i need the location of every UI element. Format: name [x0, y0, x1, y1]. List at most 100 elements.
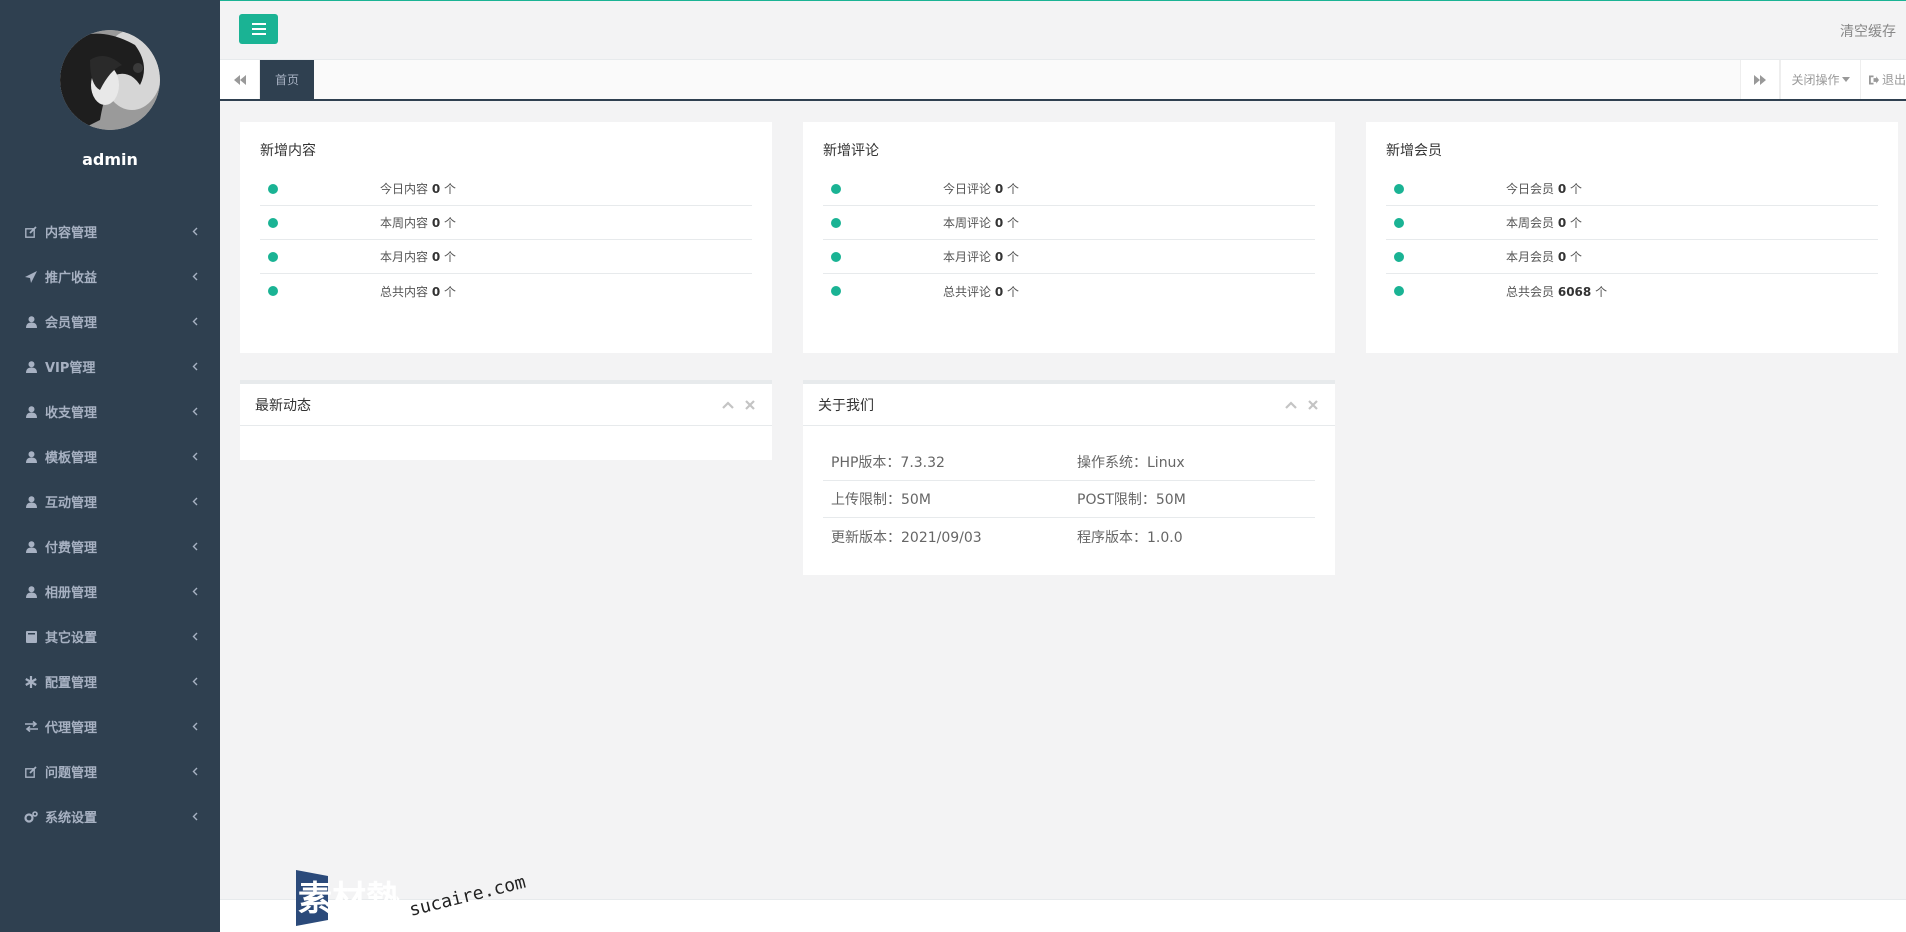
stat-label: 今日内容 — [380, 182, 429, 196]
sidebar-item[interactable]: 会员管理 — [0, 299, 220, 344]
stat-value: 0 — [431, 250, 441, 264]
stat-value: 0 — [431, 284, 441, 299]
stat-value: 0 — [431, 216, 441, 230]
stat-unit: 个 — [444, 284, 457, 299]
sidebar-nav: 内容管理推广收益会员管理 VIP管理 收支管理 模板管理 互动管理 付费管理相册管理其它设… — [0, 209, 220, 839]
panel-header: 最新动态 — [240, 384, 772, 426]
chevron-left-icon — [192, 497, 198, 506]
stat-text: 今日会员 0 个 — [1506, 180, 1582, 197]
edit-icon — [24, 225, 38, 239]
stat-text: 本月会员 0 个 — [1506, 248, 1582, 265]
stat-row: 本月会员 0 个 — [1386, 240, 1878, 274]
tab-home[interactable]: 首页 — [260, 60, 314, 99]
stat-list: 今日内容 0 个本周内容 0 个本月内容 0 个总共内容 0 个 — [260, 172, 752, 308]
stat-text: 本周评论 0 个 — [943, 214, 1019, 231]
stat-unit: 个 — [1007, 216, 1020, 230]
sidebar-item[interactable]: 其它设置 — [0, 614, 220, 659]
stat-row: 总共评论 0 个 — [823, 274, 1315, 308]
watermark-cn: 素材熱 — [298, 879, 400, 919]
chevron-left-icon — [190, 362, 200, 372]
sidebar-item[interactable]: 推广收益 — [0, 254, 220, 299]
stat-row: 今日评论 0 个 — [823, 172, 1315, 206]
stat-text: 今日内容 0 个 — [380, 180, 456, 197]
stat-text: 本周内容 0 个 — [380, 214, 456, 231]
sidebar-item[interactable]: 收支管理 — [0, 389, 220, 434]
sidebar-item-label: 问题管理 — [45, 766, 98, 781]
menu-toggle-button[interactable] — [239, 14, 278, 44]
about-panel: 关于我们 PHP版本：7.3.32 操作系统：Linux 上传限制：50M PO… — [803, 380, 1335, 575]
chevron-left-icon — [192, 812, 198, 821]
stat-row: 本月评论 0 个 — [823, 240, 1315, 274]
close-icon — [745, 399, 755, 410]
sidebar-item[interactable]: 互动管理 — [0, 479, 220, 524]
panel-title: 关于我们 — [818, 397, 874, 414]
sidebar-item[interactable]: 内容管理 — [0, 209, 220, 254]
avatar[interactable] — [60, 30, 160, 130]
stat-unit: 个 — [444, 182, 457, 196]
sidebar-item[interactable]: 配置管理 — [0, 659, 220, 704]
stat-title: 新增内容 — [260, 143, 316, 159]
sidebar-item[interactable]: 模板管理 — [0, 434, 220, 479]
stat-row: 本周内容 0 个 — [260, 206, 752, 240]
stat-unit: 个 — [1007, 284, 1020, 299]
sidebar-item-label: 配置管理 — [45, 676, 98, 691]
user-icon — [24, 585, 38, 599]
status-dot — [831, 217, 841, 228]
sidebar-item[interactable]: 代理管理 — [0, 704, 220, 749]
status-dot — [831, 183, 841, 194]
chevron-left-icon — [190, 632, 200, 642]
profile: admin — [0, 0, 220, 185]
stat-text: 总共评论 0 个 — [943, 283, 1019, 300]
sidebar-item-label: 代理管理 — [45, 721, 98, 736]
status-dot — [1394, 217, 1404, 228]
collapse-button[interactable] — [1284, 398, 1298, 412]
chevron-left-icon — [192, 722, 198, 731]
send-icon — [24, 270, 38, 284]
sidebar-item[interactable]: 问题管理 — [0, 749, 220, 794]
chevron-left-icon — [192, 542, 198, 551]
stat-text: 总共内容 0 个 — [380, 283, 456, 300]
about-body: PHP版本：7.3.32 操作系统：Linux 上传限制：50M POST限制：… — [803, 426, 1335, 575]
stat-text: 本月内容 0 个 — [380, 248, 456, 265]
exchange-icon — [24, 720, 38, 734]
stat-text: 本月评论 0 个 — [943, 248, 1019, 265]
chevron-left-icon — [192, 677, 198, 686]
asterisk-icon — [24, 675, 38, 689]
stat-row: 总共会员 6068 个 — [1386, 274, 1878, 308]
book-icon — [24, 630, 38, 644]
update-version: 更新版本：2021/09/03 — [831, 529, 982, 546]
sidebar-item-label: 推广收益 — [45, 271, 98, 286]
stat-value: 0 — [994, 250, 1004, 264]
sidebar-item[interactable]: VIP管理 — [0, 344, 220, 389]
logout-button[interactable]: 退出 — [1860, 60, 1906, 99]
status-dot — [268, 217, 278, 228]
stat-row: 总共内容 0 个 — [260, 274, 752, 308]
close-ops-dropdown[interactable]: 关闭操作 — [1780, 60, 1860, 99]
stat-text: 今日评论 0 个 — [943, 180, 1019, 197]
chevron-left-icon — [192, 407, 198, 416]
stat-value: 6068 — [1557, 284, 1592, 299]
stat-row: 今日内容 0 个 — [260, 172, 752, 206]
status-dot — [268, 251, 278, 262]
watermark-graphic: 素材熱 sucaire.com — [296, 870, 528, 926]
tab-scroll-right-button[interactable] — [1740, 60, 1780, 99]
close-button[interactable] — [743, 398, 757, 412]
sidebar-item[interactable]: 相册管理 — [0, 569, 220, 614]
close-icon — [1308, 399, 1318, 410]
chevron-left-icon — [192, 632, 198, 641]
top-header: 清空缓存 — [220, 0, 1906, 60]
chevron-left-icon — [190, 407, 200, 417]
sidebar-item[interactable]: 系统设置 — [0, 794, 220, 839]
tab-scroll-left-button[interactable] — [220, 60, 260, 99]
stat-unit: 个 — [1570, 250, 1583, 264]
sidebar-item-label: 相册管理 — [45, 586, 98, 601]
status-dot — [1394, 183, 1404, 194]
logout-label: 退出 — [1881, 73, 1906, 87]
sidebar-item[interactable]: 付费管理 — [0, 524, 220, 569]
clear-cache-link[interactable]: 清空缓存 — [1840, 21, 1896, 41]
close-button[interactable] — [1306, 398, 1320, 412]
collapse-button[interactable] — [721, 398, 735, 412]
panel-body — [240, 426, 772, 460]
about-row: PHP版本：7.3.32 操作系统：Linux — [823, 444, 1315, 481]
sidebar-item-label: 系统设置 — [45, 811, 98, 826]
